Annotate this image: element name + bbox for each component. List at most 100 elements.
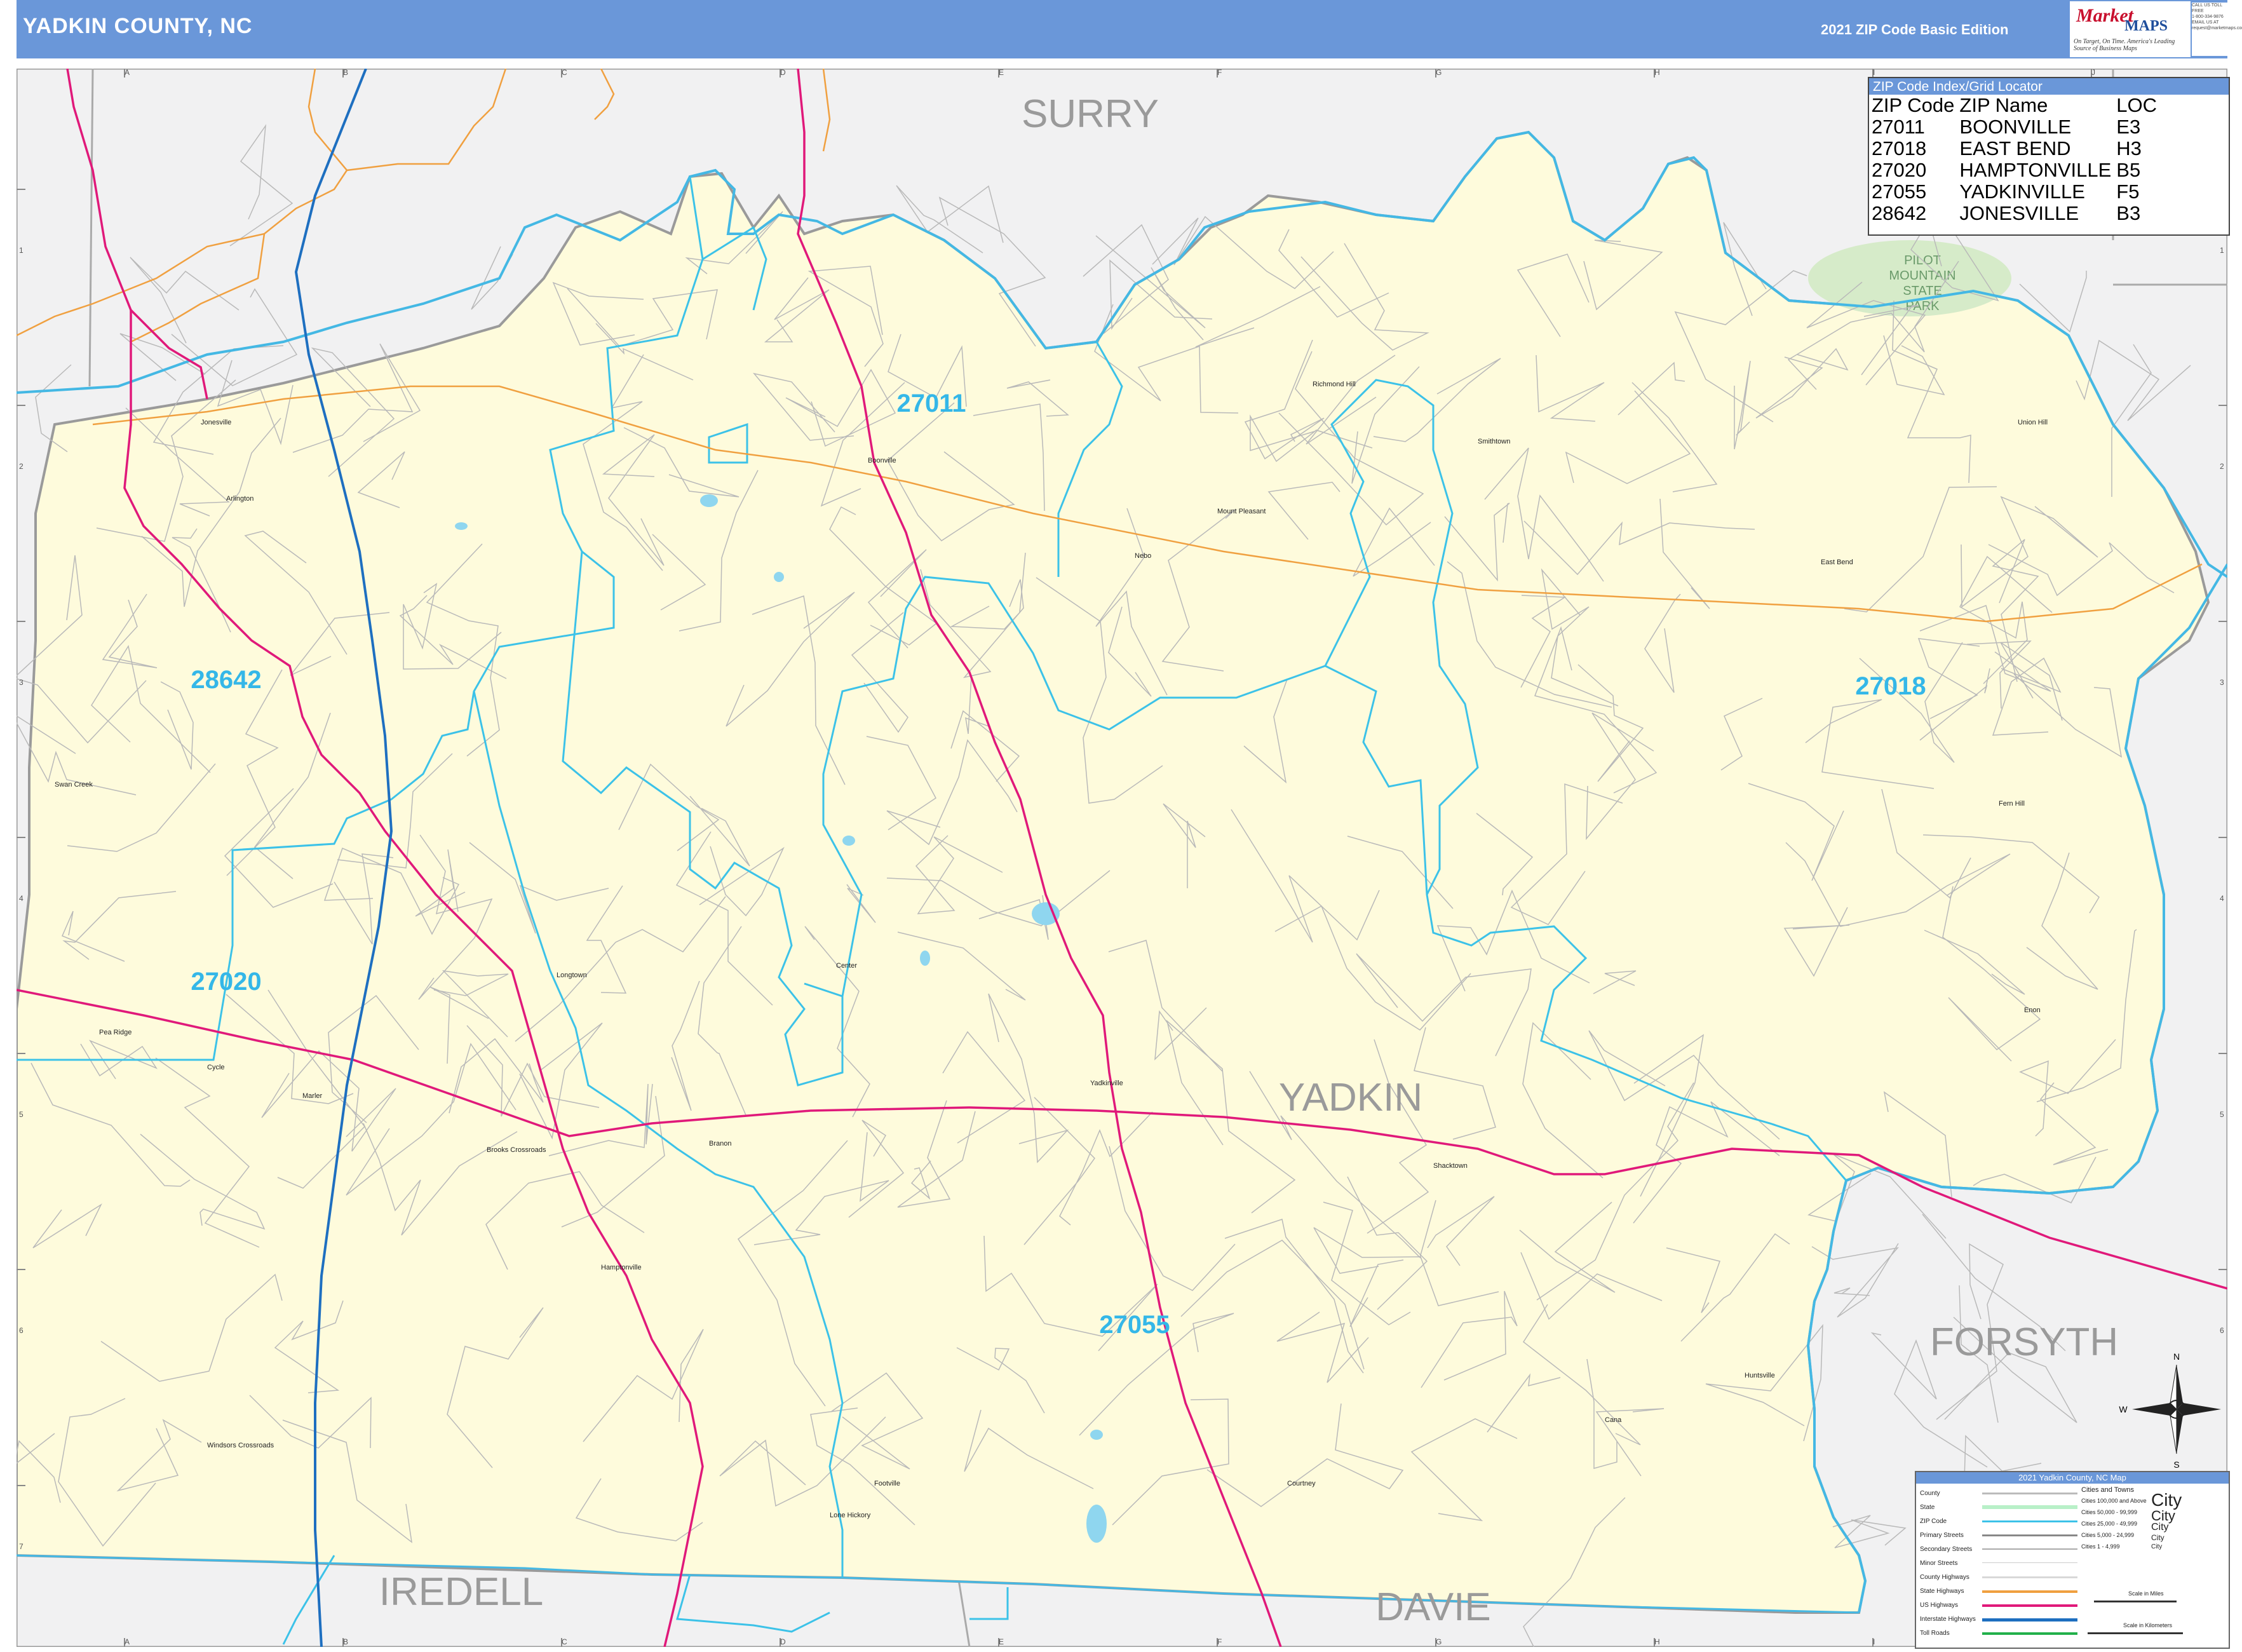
zip-name-cell: BOONVILLE — [1959, 116, 2072, 138]
zip-name-cell: EAST BEND — [1959, 137, 2071, 159]
grid-column-label: B — [343, 69, 348, 77]
legend-item: State — [1920, 1504, 1935, 1511]
grid-column-label: E — [999, 69, 1004, 77]
legend-city-class: Cities 1 - 4,999 — [2081, 1543, 2120, 1550]
legend-item: Interstate Highways — [1920, 1616, 1976, 1623]
grid-row-label: 5 — [2220, 1110, 2224, 1119]
grid-column-label: H — [1654, 69, 1660, 77]
zip-loc-cell: B5 — [2116, 159, 2141, 181]
zip-label[interactable]: 27020 — [191, 968, 261, 996]
legend-swatch-minor — [1982, 1562, 2077, 1563]
place-label[interactable]: Marler — [302, 1092, 323, 1100]
scale-miles-label: Scale in Miles — [2128, 1590, 2164, 1597]
place-label[interactable]: Swan Creek — [55, 781, 93, 789]
place-label[interactable]: Mount Pleasant — [1217, 508, 1266, 515]
table-row[interactable]: 27018 EAST BEND H3 — [1872, 138, 2162, 159]
contact-line: 1-800-334-9876 — [2192, 15, 2224, 19]
legend-swatch-state — [1982, 1505, 2077, 1509]
table-row[interactable]: 27011 BOONVILLE E3 — [1872, 116, 2162, 138]
place-label[interactable]: Cycle — [207, 1064, 225, 1071]
legend-item: Minor Streets — [1920, 1560, 1958, 1567]
place-label[interactable]: Shacktown — [1433, 1162, 1468, 1170]
legend-city-class: Cities 5,000 - 24,999 — [2081, 1532, 2135, 1538]
place-label[interactable]: Brooks Crossroads — [487, 1146, 546, 1154]
grid-column-label: E — [999, 1637, 1004, 1646]
contact-line: EMAIL US AT — [2192, 20, 2219, 25]
contact-info: CALL US TOLL FREE 1-800-334-9876 EMAIL U… — [2192, 3, 2242, 56]
grid-column-label: G — [1436, 1637, 1442, 1646]
place-label[interactable]: Branon — [709, 1140, 731, 1148]
map-canvas[interactable]: PILOT MOUNTAIN STATE PARK AABBCCDDEEFFGG… — [17, 69, 2227, 1647]
place-label[interactable]: Smithtown — [1478, 438, 1510, 445]
zip-index-header: ZIP Name — [1959, 94, 2048, 116]
place-label[interactable]: Pea Ridge — [99, 1029, 132, 1036]
place-label[interactable]: East Bend — [1821, 559, 1853, 566]
place-label[interactable]: Union Hill — [2018, 419, 2048, 426]
legend-item: Toll Roads — [1920, 1630, 1950, 1637]
place-label[interactable]: Yadkinville — [1090, 1080, 1123, 1087]
place-label[interactable]: Courtney — [1287, 1480, 1316, 1487]
grid-column-label: D — [780, 1637, 786, 1646]
grid-row-label: 5 — [19, 1110, 24, 1119]
place-label[interactable]: Cana — [1605, 1416, 1622, 1424]
grid-row-label: 1 — [2220, 246, 2224, 255]
legend-item: US Highways — [1920, 1602, 1959, 1609]
place-label[interactable]: Footville — [874, 1480, 900, 1487]
zip-loc-cell: H3 — [2116, 137, 2142, 159]
grid-column-label: H — [1654, 1637, 1660, 1646]
compass-s: S — [2173, 1459, 2179, 1470]
grid-column-label: F — [1217, 1637, 1222, 1646]
contact-line: request@marketmaps.com — [2192, 26, 2242, 30]
grid-row-label: 6 — [2220, 1326, 2224, 1335]
logo-tagline: On Target, On Time. America's Leading So… — [2074, 38, 2175, 52]
legend-title: 2021 Yadkin County, NC Map — [1916, 1472, 2229, 1484]
zip-label[interactable]: 27018 — [1855, 672, 1926, 700]
zip-name-cell: YADKINVILLE — [1959, 180, 2085, 203]
grid-column-label: A — [125, 1637, 130, 1646]
zip-code-cell: 27020 — [1872, 159, 1927, 181]
table-row[interactable]: 28642 JONESVILLE B3 — [1872, 203, 2162, 224]
place-label[interactable]: Boonville — [868, 457, 896, 464]
grid-row-label: 2 — [19, 462, 24, 471]
place-label[interactable]: Arlington — [226, 495, 253, 503]
place-label[interactable]: Nebo — [1135, 552, 1151, 560]
place-label[interactable]: Hamptonville — [601, 1264, 642, 1271]
grid-column-label: J — [2091, 69, 2095, 77]
place-label[interactable]: Longtown — [557, 972, 587, 979]
zip-label[interactable]: 27011 — [896, 389, 966, 417]
place-label[interactable]: Jonesville — [201, 419, 231, 426]
place-label[interactable]: Lone Hickory — [830, 1512, 871, 1519]
legend-city-class: Cities 100,000 and Above — [2081, 1498, 2147, 1504]
place-label[interactable]: Windsors Crossroads — [207, 1442, 274, 1449]
table-row[interactable]: 27020 HAMPTONVILLE B5 — [1872, 159, 2162, 181]
scale-bar-miles — [2094, 1601, 2177, 1602]
grid-column-label: I — [1873, 1637, 1875, 1646]
place-label[interactable]: Fern Hill — [1999, 800, 2025, 808]
edition-label: 2021 ZIP Code Basic Edition — [1821, 22, 2009, 37]
zip-label[interactable]: 27055 — [1099, 1311, 1170, 1339]
table-row[interactable]: 27055 YADKINVILLE F5 — [1872, 181, 2162, 203]
place-label[interactable]: Huntsville — [1745, 1372, 1775, 1379]
zip-label[interactable]: 28642 — [191, 666, 261, 694]
legend-city-sample: City — [2151, 1522, 2169, 1533]
contact-line: CALL US TOLL FREE — [2192, 3, 2222, 13]
county-label-davie: DAVIE — [1375, 1585, 1490, 1629]
legend-swatch-county-hwy — [1982, 1576, 2077, 1578]
legend-swatch-interstate — [1982, 1618, 2077, 1622]
legend-swatch-secondary — [1982, 1548, 2077, 1550]
legend-swatch-toll — [1982, 1632, 2077, 1635]
place-label[interactable]: Enon — [2024, 1006, 2041, 1014]
legend-item: State Highways — [1920, 1588, 1964, 1595]
legend-city-sample: City — [2151, 1543, 2163, 1550]
legend-swatch-primary — [1982, 1534, 2077, 1536]
compass-w: W — [2119, 1404, 2128, 1414]
place-label[interactable]: Center — [836, 962, 857, 970]
grid-row-label: 3 — [2220, 678, 2224, 687]
zip-index-panel: ZIP Code Index/Grid Locator ZIP Code ZIP… — [1868, 77, 2230, 236]
legend-swatch-state-hwy — [1982, 1590, 2077, 1593]
legend-item: County Highways — [1920, 1574, 1969, 1581]
place-label[interactable]: Richmond Hill — [1313, 381, 1356, 388]
legend-cities-title: Cities and Towns — [2081, 1486, 2134, 1494]
zip-code-cell: 28642 — [1872, 202, 1927, 224]
market-maps-logo-icon[interactable]: Market MAPS On Target, On Time. America'… — [2070, 1, 2191, 57]
